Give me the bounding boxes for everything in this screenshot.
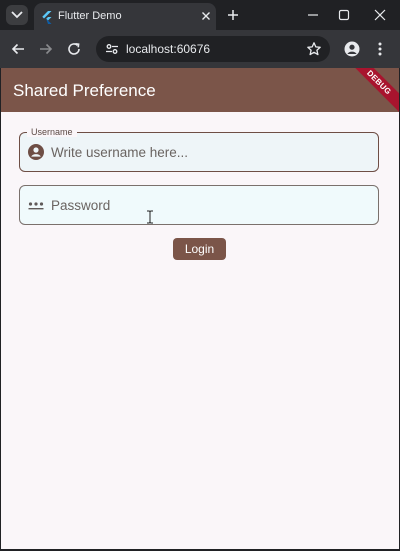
maximize-icon[interactable] [337, 8, 351, 22]
username-label: Username [27, 127, 77, 137]
text-cursor-icon [147, 210, 153, 224]
app-bar: Shared Preference [1, 68, 399, 112]
page-title: Shared Preference [13, 81, 156, 100]
browser-toolbar: localhost:60676 [0, 30, 400, 68]
username-input[interactable] [51, 143, 371, 161]
address-bar[interactable]: localhost:60676 [96, 36, 330, 62]
person-icon[interactable] [344, 41, 360, 57]
flutter-logo-icon [42, 11, 52, 24]
password-dots-icon [28, 202, 44, 210]
username-field[interactable] [19, 132, 379, 172]
close-icon[interactable] [199, 9, 213, 23]
chevron-down-icon [11, 11, 23, 19]
tab-strip: Flutter Demo [0, 0, 400, 30]
minimize-icon[interactable] [306, 8, 320, 22]
app-viewport: Shared Preference DEBUG Username Login [1, 68, 399, 549]
arrow-left-icon[interactable] [10, 41, 26, 57]
password-field[interactable] [19, 185, 379, 225]
browser-tab[interactable]: Flutter Demo [34, 3, 216, 30]
plus-icon[interactable] [226, 8, 240, 22]
tab-title: Flutter Demo [58, 10, 122, 22]
account-circle-icon [28, 144, 44, 160]
tune-icon[interactable] [104, 41, 120, 57]
reload-icon[interactable] [66, 41, 82, 57]
kebab-icon[interactable] [374, 41, 386, 57]
tab-search-button[interactable] [6, 5, 28, 25]
url-text: localhost:60676 [126, 42, 211, 56]
star-icon[interactable] [306, 41, 322, 57]
window-close-icon[interactable] [373, 8, 387, 22]
login-button[interactable]: Login [173, 238, 226, 260]
arrow-right-icon[interactable] [38, 41, 54, 57]
password-input[interactable] [51, 196, 371, 214]
